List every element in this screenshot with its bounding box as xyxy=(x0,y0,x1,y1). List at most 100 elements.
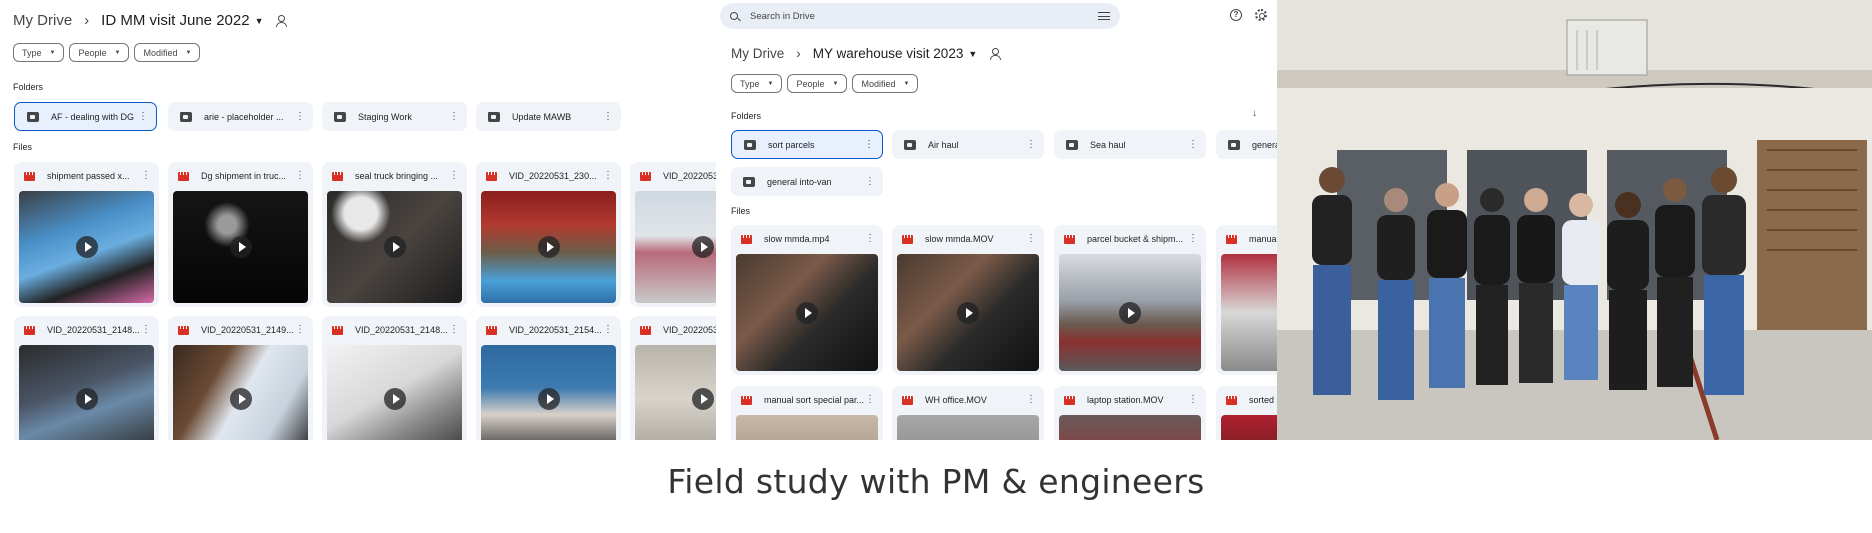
chip-label: People xyxy=(796,78,825,89)
folder-item[interactable]: AF - dealing with DG ⋮ xyxy=(14,102,157,131)
more-options-icon[interactable]: ⋮ xyxy=(865,176,875,187)
more-options-icon[interactable]: ⋮ xyxy=(1188,395,1198,405)
video-thumbnail xyxy=(327,191,462,303)
video-file-icon xyxy=(902,234,913,244)
file-card[interactable]: parcel bucket & shipm... ⋮ xyxy=(1054,225,1206,375)
breadcrumb-root[interactable]: My Drive xyxy=(731,46,784,61)
file-card[interactable]: WH office.MOV ⋮ xyxy=(892,386,1044,440)
file-card[interactable]: manual sort special par... ⋮ xyxy=(731,386,883,440)
more-options-icon[interactable]: ⋮ xyxy=(1026,139,1036,150)
more-options-icon[interactable]: ⋮ xyxy=(449,111,459,122)
file-name: slow mmda.MOV xyxy=(925,234,994,244)
file-card[interactable]: sorted s⋮ xyxy=(1216,386,1277,440)
shared-people-icon xyxy=(989,47,1003,60)
file-name: VID_20220531_2149... xyxy=(201,325,294,335)
more-options-icon[interactable]: ⋮ xyxy=(865,395,875,405)
more-options-icon[interactable]: ⋮ xyxy=(865,234,875,244)
video-thumbnail xyxy=(1059,254,1201,371)
file-card[interactable]: VID_20220531_230... ⋮ xyxy=(476,162,621,307)
video-file-icon xyxy=(1064,234,1075,244)
filter-type[interactable]: Type ▼ xyxy=(731,74,783,93)
file-card[interactable]: VID_2022053⋮ xyxy=(630,316,716,440)
breadcrumb-root[interactable]: My Drive xyxy=(13,12,72,29)
folder-name: Staging Work xyxy=(358,111,412,122)
file-card[interactable]: VID_2022053⋮ xyxy=(630,162,716,307)
play-icon xyxy=(796,301,818,324)
file-card[interactable]: VID_20220531_2148... ⋮ xyxy=(322,316,467,440)
folder-item[interactable]: Update MAWB ⋮ xyxy=(476,102,621,131)
video-thumbnail xyxy=(19,191,154,303)
caret-down-icon[interactable]: ▼ xyxy=(968,49,977,59)
video-thumbnail xyxy=(1221,415,1277,440)
dropdown-icon: ▼ xyxy=(903,80,910,87)
file-card[interactable]: laptop station.MOV ⋮ xyxy=(1054,386,1206,440)
file-card[interactable]: VID_20220531_2149... ⋮ xyxy=(168,316,313,440)
more-options-icon[interactable]: ⋮ xyxy=(603,171,613,181)
video-thumbnail xyxy=(173,191,308,303)
more-options-icon[interactable]: ⋮ xyxy=(1188,234,1198,244)
file-card[interactable]: Dg shipment in truc... ⋮ xyxy=(168,162,313,307)
folder-item[interactable]: general into-van ⋮ xyxy=(731,167,883,196)
chevron-right-icon: › xyxy=(84,12,90,29)
more-options-icon[interactable]: ⋮ xyxy=(295,111,305,122)
file-name: VID_2022053 xyxy=(663,325,716,335)
file-card[interactable]: seal truck bringing ... ⋮ xyxy=(322,162,467,307)
video-file-icon xyxy=(24,325,35,335)
file-name: VID_2022053 xyxy=(663,171,716,181)
filter-people[interactable]: People ▼ xyxy=(787,74,848,93)
folder-name: sort parcels xyxy=(768,139,815,150)
folder-item[interactable]: Air haul ⋮ xyxy=(892,130,1044,159)
file-card[interactable]: shipment passed x... ⋮ xyxy=(14,162,159,307)
dropdown-icon: ▼ xyxy=(767,80,774,87)
more-options-icon[interactable]: ⋮ xyxy=(449,325,459,335)
search-options-icon[interactable] xyxy=(1098,12,1110,20)
file-card[interactable]: slow mmda.MOV ⋮ xyxy=(892,225,1044,375)
file-card[interactable]: manual⋮ xyxy=(1216,225,1277,375)
folders-heading: Folders xyxy=(13,82,44,92)
more-options-icon[interactable]: ⋮ xyxy=(295,325,305,335)
more-options-icon[interactable]: ⋮ xyxy=(1188,139,1198,150)
more-options-icon[interactable]: ⋮ xyxy=(449,171,459,181)
page-title[interactable]: MY warehouse visit 2023 xyxy=(813,46,964,61)
sort-direction-icon[interactable]: ↓ xyxy=(1252,108,1257,119)
file-name: manual xyxy=(1249,234,1277,244)
filter-modified[interactable]: Modified ▼ xyxy=(134,43,201,62)
file-card[interactable]: VID_20220531_2154... ⋮ xyxy=(476,316,621,440)
caret-down-icon[interactable]: ▼ xyxy=(255,16,264,26)
more-options-icon[interactable]: ⋮ xyxy=(864,139,874,150)
folder-icon xyxy=(27,111,39,122)
folder-item[interactable]: arie - placeholder ... ⋮ xyxy=(168,102,313,131)
play-icon xyxy=(75,236,98,258)
chevron-right-icon: › xyxy=(796,46,801,61)
folder-name: general into-van xyxy=(767,176,832,187)
file-card[interactable]: VID_20220531_2148... ⋮ xyxy=(14,316,159,440)
folder-item[interactable]: Sea haul ⋮ xyxy=(1054,130,1206,159)
folder-item[interactable]: Staging Work ⋮ xyxy=(322,102,467,131)
video-thumbnail xyxy=(897,415,1039,440)
filter-type[interactable]: Type ▼ xyxy=(13,43,65,62)
play-icon xyxy=(229,387,252,410)
more-options-icon[interactable]: ⋮ xyxy=(141,171,151,181)
more-options-icon[interactable]: ⋮ xyxy=(141,325,151,335)
search-bar[interactable]: Search in Drive xyxy=(720,3,1120,29)
page-title[interactable]: ID MM visit June 2022 xyxy=(101,12,249,29)
video-thumbnail xyxy=(19,345,154,440)
folder-name: Sea haul xyxy=(1090,139,1126,150)
settings-icon[interactable] xyxy=(1255,9,1267,21)
help-icon[interactable]: ? xyxy=(1230,9,1242,21)
folder-item[interactable]: general ⋮ xyxy=(1216,130,1277,159)
more-options-icon[interactable]: ⋮ xyxy=(603,325,613,335)
more-options-icon[interactable]: ⋮ xyxy=(603,111,613,122)
folder-item[interactable]: sort parcels ⋮ xyxy=(731,130,883,159)
file-card[interactable]: slow mmda.mp4 ⋮ xyxy=(731,225,883,375)
play-icon xyxy=(957,301,979,324)
more-options-icon[interactable]: ⋮ xyxy=(1026,395,1036,405)
more-options-icon[interactable]: ⋮ xyxy=(1026,234,1036,244)
more-options-icon[interactable]: ⋮ xyxy=(295,171,305,181)
video-thumbnail xyxy=(173,345,308,440)
more-options-icon[interactable]: ⋮ xyxy=(138,111,148,122)
filter-people[interactable]: People ▼ xyxy=(69,43,130,62)
filter-modified[interactable]: Modified ▼ xyxy=(852,74,919,93)
search-input[interactable]: Search in Drive xyxy=(750,11,815,22)
video-thumbnail xyxy=(327,345,462,440)
